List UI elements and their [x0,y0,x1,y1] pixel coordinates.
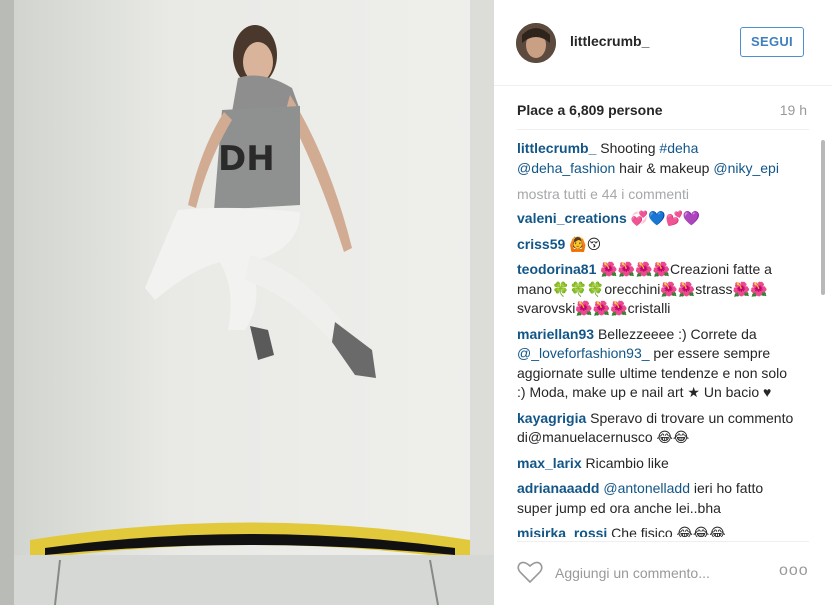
comment-username[interactable]: kayagrigia [517,410,586,426]
comment-item: misirka_rossi Che fisico 😂😂😂 [517,524,797,537]
comment-username[interactable]: teodorina81 [517,261,596,277]
more-options-icon[interactable]: ooo [779,562,809,580]
comment-item: valeni_creations 💞💙💕💜 [517,209,797,229]
comment-item: kayagrigia Speravo di trovare un comment… [517,409,797,448]
divider [517,129,809,130]
post-side-panel: littlecrumb_ SEGUI Place a 6,809 persone… [494,0,832,605]
post-username[interactable]: littlecrumb_ [570,33,649,49]
svg-text:DH: DH [218,139,275,179]
comments-scrollbar[interactable] [821,140,825,295]
follow-button[interactable]: SEGUI [740,27,804,57]
trampoline [14,522,494,605]
caption: littlecrumb_ Shooting #deha @deha_fashio… [517,139,797,178]
comment-mention[interactable]: @_loveforfashion93_ [517,345,650,361]
comment-item: mariellan93 Bellezzeeee :) Correte da @_… [517,325,797,403]
avatar-image [516,23,556,63]
heart-icon[interactable] [517,560,543,584]
comment-item: adrianaaadd @antonelladd ieri ho fatto s… [517,479,797,518]
post-photo[interactable]: DH [0,0,494,605]
comment-text: Ricambio like [581,454,669,471]
comment-username[interactable]: adrianaaadd [517,480,599,496]
comment-username[interactable]: max_larix [517,455,582,471]
comment-username[interactable]: criss59 [517,236,565,252]
comments-list: littlecrumb_ Shooting #deha @deha_fashio… [517,139,797,537]
comment-text: Che fisico 😂😂😂 [607,525,726,537]
comment-item: criss59 🙆😚 [517,235,797,255]
comment-text: 💞💙💕💜 [626,210,701,226]
post-footer: ooo [517,541,809,605]
likes-count[interactable]: Place a 6,809 persone [517,102,663,118]
caption-mention-1[interactable]: @deha_fashion [517,160,615,176]
comment-item: max_larix Ricambio like [517,454,797,474]
post-timestamp[interactable]: 19 h [780,102,807,118]
caption-hashtag[interactable]: #deha [659,140,698,156]
show-all-comments-link[interactable]: mostra tutti e 44 i commenti [517,184,797,204]
instagram-post-modal: DH littlecrumb_ SEGUI Place a 6,809 pers… [0,0,832,605]
comment-username[interactable]: valeni_creations [517,210,627,226]
comment-item: teodorina81 🌺🌺🌺🌺Creazioni fatte a mano🍀🍀… [517,260,797,319]
comment-text: Bellezzeeee :) Correte da [594,325,757,342]
caption-text-2: hair & makeup [615,159,714,176]
comment-text: 🙆😚 [565,235,602,252]
caption-text-1: Shooting [596,140,660,156]
caption-username[interactable]: littlecrumb_ [517,140,596,156]
likes-row: Place a 6,809 persone 19 h [517,102,807,124]
photo-illustration: DH [0,0,494,605]
add-comment-input[interactable] [555,562,755,584]
comment-mention[interactable]: @antonelladd [603,480,690,496]
post-header: littlecrumb_ SEGUI [494,0,832,86]
caption-mention-2[interactable]: @niky_epi [713,160,779,176]
user-avatar[interactable] [516,23,556,63]
comment-username[interactable]: misirka_rossi [517,525,607,537]
comment-username[interactable]: mariellan93 [517,326,594,342]
